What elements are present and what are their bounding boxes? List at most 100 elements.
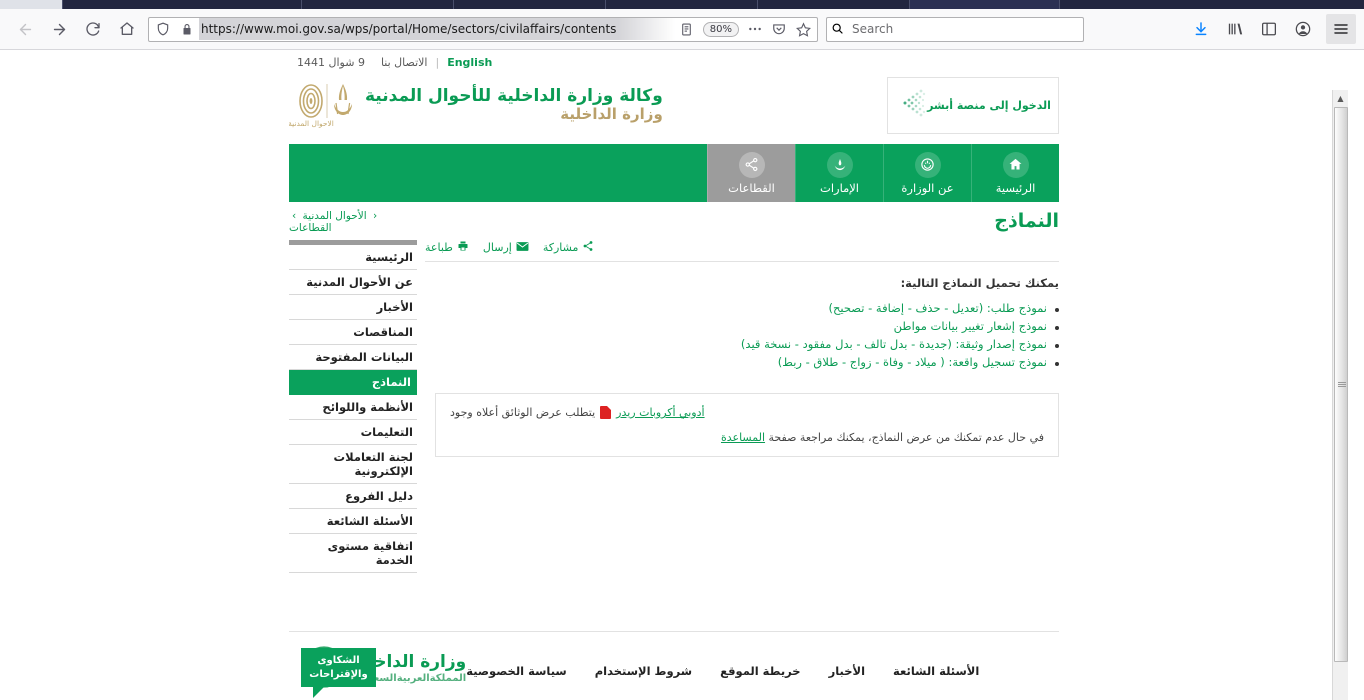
tab-slot-active[interactable]: [909, 0, 1059, 9]
sidebar-item-open-data[interactable]: البيانات المفتوحة: [289, 345, 417, 370]
form-link-event-registration[interactable]: نموذج تسجيل واقعة: ( ميلاد - وفاة - زواج…: [778, 355, 1047, 369]
downloads-icon[interactable]: [1187, 15, 1215, 43]
footer-links: سياسة الخصوصية شروط الإستخدام خريطة المو…: [466, 646, 1059, 678]
search-bar[interactable]: Search: [826, 16, 1084, 42]
nav-item-emirates[interactable]: الإمارات: [795, 144, 883, 202]
complaints-line-1: الشكاوى: [317, 655, 360, 666]
form-link-request[interactable]: نموذج طلب: (تعديل - حذف - إضافة - تصحيح): [828, 301, 1047, 315]
sidebar-item-home[interactable]: الرئيسية: [289, 245, 417, 270]
print-action[interactable]: طباعة: [425, 240, 469, 255]
tab-slot[interactable]: [1059, 0, 1212, 9]
nav-item-home[interactable]: الرئيسية: [971, 144, 1059, 202]
content-intro: يمكنك تحميل النماذج التالية:: [900, 276, 1059, 290]
complaints-widget[interactable]: الشكاوى والإقتراحات: [301, 648, 376, 700]
page-scrollbar[interactable]: ▲ ▼: [1332, 90, 1348, 700]
breadcrumb-item-civil-affairs[interactable]: الأحوال المدنية: [303, 210, 367, 222]
footer-link-faq[interactable]: الأسئلة الشائعة: [893, 664, 979, 678]
nav-filler: [289, 144, 707, 202]
breadcrumb-item-sectors[interactable]: القطاعات: [289, 222, 332, 234]
agency-logo-text: وكالة وزارة الداخلية للأحوال المدنية وزا…: [365, 85, 663, 124]
sidebar-item-e-transactions-committee[interactable]: لجنة التعاملات الإلكترونية: [289, 445, 417, 484]
lock-icon[interactable]: [175, 18, 199, 41]
forward-button[interactable]: [44, 14, 74, 44]
form-link-document-issue[interactable]: نموذج إصدار وثيقة: (جديدة - بدل تالف - ب…: [741, 337, 1047, 351]
page-actions: طباعة إرسال مشاركة: [425, 240, 1059, 262]
nav-label-about-ministry: عن الوزارة: [901, 180, 954, 195]
hijri-date: 9 شوال 1441: [297, 56, 365, 69]
brand-row: الدخول إلى منصة أبشر وكالة وزارة الداخلي…: [289, 69, 1059, 134]
absher-login-button[interactable]: الدخول إلى منصة أبشر: [887, 77, 1059, 134]
scrollbar-grip: [1338, 381, 1346, 388]
ministry-title: وزارة الداخلية: [560, 105, 663, 124]
search-icon: [831, 20, 847, 39]
scrollbar-thumb[interactable]: [1334, 107, 1348, 662]
tab-strip: [0, 0, 1364, 9]
share-action-label: مشاركة: [542, 241, 579, 254]
share-action[interactable]: مشاركة: [543, 240, 595, 255]
acrobat-reader-link[interactable]: أدوبي أكروبات ريدر: [616, 406, 704, 419]
zoom-level-indicator[interactable]: 80%: [702, 21, 739, 37]
reload-button[interactable]: [78, 14, 108, 44]
breadcrumb: ‹ الأحوال المدنية › القطاعات: [289, 210, 417, 240]
sidebar-icon[interactable]: [1255, 15, 1283, 43]
agency-title: وكالة وزارة الداخلية للأحوال المدنية: [365, 85, 663, 106]
tab-slot[interactable]: [453, 0, 605, 9]
footer-link-sitemap[interactable]: خريطة الموقع: [720, 664, 801, 678]
url-bar[interactable]: https://www.moi.gov.sa/wps/portal/Home/s…: [148, 16, 818, 42]
contact-us-link[interactable]: الاتصال بنا: [373, 56, 436, 69]
nav-label-emirates: الإمارات: [820, 180, 859, 195]
home-button[interactable]: [112, 14, 142, 44]
acrobat-notice-box: يتطلب عرض الوثائق أعلاه وجود أدوبي أكروب…: [435, 393, 1059, 457]
complaints-line-2: والإقتراحات: [309, 668, 368, 680]
footer-top-row: وزارة الداخلية المملكةالعربيةالسعودية سي…: [289, 646, 1059, 692]
pocket-icon[interactable]: [767, 18, 791, 41]
notice-line-2-text: في حال عدم تمكنك من عرض النماذج، يمكنك م…: [768, 431, 1044, 444]
notice-line-2: في حال عدم تمكنك من عرض النماذج، يمكنك م…: [450, 431, 1044, 444]
print-action-label: طباعة: [425, 241, 453, 254]
sidebar-item-about-civil-affairs[interactable]: عن الأحوال المدنية: [289, 270, 417, 295]
site-container: English | الاتصال بنا 9 شوال 1441 الدخول…: [289, 50, 1059, 700]
library-icon[interactable]: [1221, 15, 1249, 43]
sidebar-item-branches-guide[interactable]: دليل الفروع: [289, 484, 417, 509]
url-text[interactable]: https://www.moi.gov.sa/wps/portal/Home/s…: [199, 18, 675, 40]
footer-link-news[interactable]: الأخبار: [829, 664, 865, 678]
utility-items: English | الاتصال بنا 9 شوال 1441: [289, 56, 492, 69]
search-placeholder[interactable]: Search: [852, 22, 893, 36]
tab-slot[interactable]: [605, 0, 757, 9]
tracking-shield-icon[interactable]: [151, 18, 175, 41]
send-action-label: إرسال: [482, 241, 512, 254]
scroll-up-arrow[interactable]: ▲: [1333, 90, 1348, 107]
nav-item-sectors[interactable]: القطاعات: [707, 144, 795, 202]
sidebar-item-news[interactable]: الأخبار: [289, 295, 417, 320]
language-switch-english[interactable]: English: [439, 56, 492, 69]
pdf-icon: [600, 406, 612, 419]
share-icon: [582, 240, 594, 255]
tab-slot[interactable]: [757, 0, 909, 9]
sidebar-item-sla[interactable]: اتفاقية مستوى الخدمة: [289, 534, 417, 573]
tab-slot[interactable]: [1212, 0, 1364, 9]
agency-logo: وكالة وزارة الداخلية للأحوال المدنية وزا…: [289, 77, 663, 133]
sidebar-item-regulations[interactable]: الأنظمة واللوائح: [289, 395, 417, 420]
footer-link-terms[interactable]: شروط الإستخدام: [595, 664, 692, 678]
help-page-link[interactable]: المساعدة: [721, 431, 765, 444]
footer-link-privacy[interactable]: سياسة الخصوصية: [466, 664, 566, 678]
sidebar-item-faq[interactable]: الأسئلة الشائعة: [289, 509, 417, 534]
tab-slot[interactable]: [301, 0, 453, 9]
bookmark-star-icon[interactable]: [791, 18, 815, 41]
nav-item-about-ministry[interactable]: عن الوزارة: [883, 144, 971, 202]
back-button[interactable]: [10, 14, 40, 44]
reader-view-icon[interactable]: [675, 18, 699, 41]
complaints-bubble[interactable]: الشكاوى والإقتراحات: [301, 648, 376, 698]
page-title: النماذج: [994, 210, 1059, 232]
nav-label-sectors: القطاعات: [728, 180, 775, 195]
send-action[interactable]: إرسال: [483, 241, 529, 255]
form-link-citizen-data-change[interactable]: نموذج إشعار تغيير بيانات مواطن: [894, 319, 1047, 333]
sidebar-item-forms[interactable]: النماذج: [289, 370, 417, 395]
menu-button[interactable]: [1326, 14, 1356, 44]
sidebar-item-tenders[interactable]: المناقصات: [289, 320, 417, 345]
account-icon[interactable]: [1289, 15, 1317, 43]
web-page: English | الاتصال بنا 9 شوال 1441 الدخول…: [0, 50, 1348, 700]
page-actions-icon[interactable]: [743, 18, 767, 41]
sidebar-item-instructions[interactable]: التعليمات: [289, 420, 417, 445]
tab-slot[interactable]: [62, 0, 301, 9]
